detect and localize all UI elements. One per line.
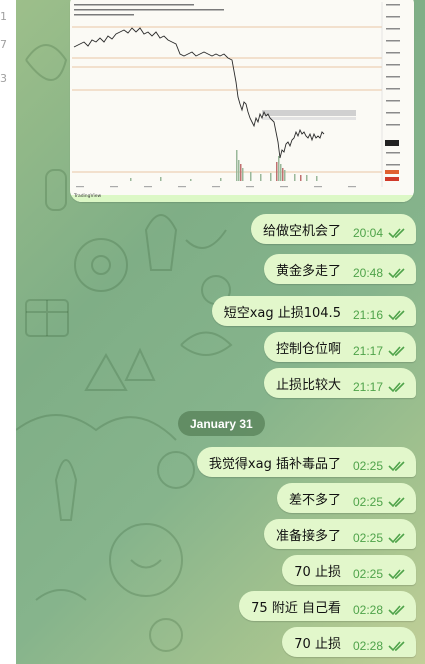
- message-meta: 02:25: [353, 495, 406, 509]
- message-text: 70 止损: [294, 564, 341, 580]
- message-time: 21:17: [352, 344, 383, 358]
- sidebar-edge: 1 7 3: [0, 0, 16, 664]
- double-check-icon: [388, 605, 405, 616]
- message-time: 02:28: [352, 603, 383, 617]
- message-bubble[interactable]: 差不多了 02:25: [276, 483, 416, 513]
- message-meta: 21:16: [353, 308, 406, 322]
- sidebar-fragment: 3: [0, 72, 7, 85]
- message-meta: 02:25: [353, 567, 406, 581]
- message-text: 给做空机会了: [262, 223, 341, 239]
- sidebar-fragment: 1: [0, 10, 7, 23]
- message-time: 02:25: [352, 459, 383, 473]
- message-time: 02:25: [352, 495, 383, 509]
- message-time: 02:25: [352, 531, 383, 545]
- message-bubble[interactable]: 黄金多走了 20:48: [263, 254, 416, 284]
- message-text: 70 止损: [294, 636, 341, 652]
- chat-background: TradingView 给做空机会了 20:04 黄金多走了 20:48 短空x…: [16, 0, 425, 664]
- message-bubble[interactable]: 75 附近 自己看 02:28: [239, 591, 416, 621]
- message-bubble[interactable]: 70 止损 02:25: [282, 555, 416, 585]
- double-check-icon: [388, 382, 405, 393]
- message-time: 21:17: [352, 380, 383, 394]
- message-text: 止损比较大: [275, 377, 341, 393]
- message-bubble[interactable]: 短空xag 止损104.5 21:16: [211, 296, 416, 326]
- message-time: 20:48: [352, 266, 383, 280]
- message-text: 短空xag 止损104.5: [223, 305, 341, 321]
- double-check-icon: [388, 641, 405, 652]
- chart-screenshot: TradingView: [70, 0, 414, 202]
- chart-image-message[interactable]: TradingView: [70, 0, 414, 202]
- message-meta: 20:48: [353, 266, 406, 280]
- message-bubble[interactable]: 控制仓位啊 21:17: [263, 332, 416, 362]
- message-meta: 02:25: [353, 531, 406, 545]
- sidebar-fragment: 7: [0, 38, 7, 51]
- double-check-icon: [388, 533, 405, 544]
- message-meta: 02:28: [353, 639, 406, 653]
- message-meta: 02:28: [353, 603, 406, 617]
- message-text: 75 附近 自己看: [251, 600, 341, 616]
- chart-watermark: TradingView: [73, 193, 102, 199]
- message-text: 黄金多走了: [275, 263, 341, 279]
- message-time: 21:16: [352, 308, 383, 322]
- message-meta: 02:25: [353, 459, 406, 473]
- message-text: 准备接多了: [275, 528, 341, 544]
- message-meta: 20:04: [353, 226, 406, 240]
- message-meta: 21:17: [353, 380, 406, 394]
- message-bubble[interactable]: 止损比较大 21:17: [263, 368, 416, 398]
- double-check-icon: [388, 346, 405, 357]
- double-check-icon: [388, 310, 405, 321]
- message-bubble[interactable]: 我觉得xag 插补毒品了 02:25: [196, 447, 416, 477]
- double-check-icon: [388, 461, 405, 472]
- message-time: 20:04: [352, 226, 383, 240]
- message-meta: 21:17: [353, 344, 406, 358]
- message-text: 控制仓位啊: [275, 341, 341, 357]
- double-check-icon: [388, 228, 405, 239]
- message-time: 02:25: [352, 567, 383, 581]
- double-check-icon: [388, 569, 405, 580]
- date-separator: January 31: [178, 411, 265, 436]
- message-time: 02:28: [352, 639, 383, 653]
- message-text: 差不多了: [288, 492, 341, 508]
- message-text: 我觉得xag 插补毒品了: [208, 456, 341, 472]
- message-bubble[interactable]: 准备接多了 02:25: [263, 519, 416, 549]
- double-check-icon: [388, 497, 405, 508]
- message-bubble[interactable]: 70 止损 02:28: [282, 627, 416, 657]
- message-bubble[interactable]: 给做空机会了 20:04: [250, 214, 416, 244]
- double-check-icon: [388, 268, 405, 279]
